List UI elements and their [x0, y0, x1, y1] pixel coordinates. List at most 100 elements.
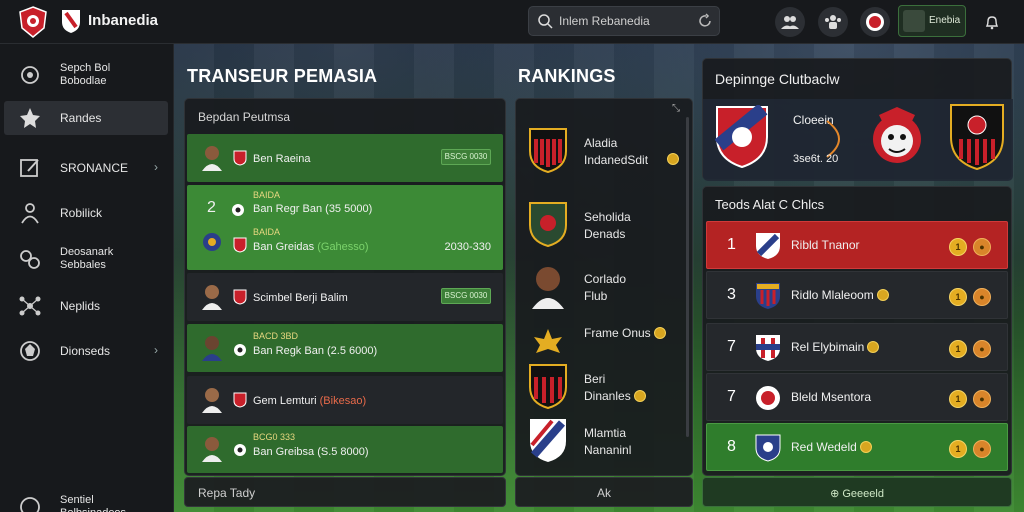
club-crest-icon: [529, 202, 567, 247]
transfer-panel-heading: Bepdan Peutmsa: [198, 110, 291, 124]
ranking-club-name: Seholida Denads: [584, 210, 631, 241]
sidebar-footer[interactable]: Sentiel Bolbsinadeos: [4, 490, 168, 512]
team-rank: 3: [727, 286, 736, 303]
transfer-sub: BAIDA: [253, 227, 281, 237]
teams-footer-button[interactable]: ⊕ Geeeeld: [702, 477, 1012, 507]
transfer-footer-label: Repa Tady: [198, 486, 256, 500]
ranking-item[interactable]: Beri Dinanles: [528, 359, 688, 413]
sidebar-item-robilick[interactable]: Robilick: [4, 196, 168, 230]
coin-icon: ●: [973, 390, 991, 408]
profile-button[interactable]: Enebia: [898, 5, 966, 37]
sidebar-footer-label: Sentiel Bolbsinadeos: [60, 494, 126, 512]
transfer-player-name-2: Ban Greidas (Gahesso): [253, 241, 369, 253]
coin-icon: 1: [949, 440, 967, 458]
ranking-item[interactable]: Seholida Denads: [528, 197, 688, 251]
profile-name: Enebia: [929, 15, 961, 26]
group-icon: [825, 15, 841, 29]
transfer-row[interactable]: BACD 3BD Ban Regk Ban (2.5 6000): [187, 324, 503, 372]
coin-icon: 1: [949, 238, 967, 256]
transfer-row-selected[interactable]: 2 BAIDA Ban Regr Ban (35 5000) BAIDA Ban…: [187, 185, 503, 270]
team-row[interactable]: 1 Ribld Tnanor 1 ●: [706, 221, 1008, 269]
transfer-player-name: Gem Lemturi (Bikesao): [253, 395, 367, 407]
search-input[interactable]: Inlem Rebanedia: [528, 6, 720, 36]
sidebar-item-neplids[interactable]: Neplids: [4, 289, 168, 323]
team-rank: 8: [727, 438, 736, 455]
rankings-footer-label: Ak: [596, 486, 611, 500]
team-button[interactable]: [818, 7, 848, 37]
sidebar-item-deosanark[interactable]: Deosanark Sebbales: [4, 242, 168, 276]
team-row[interactable]: 7 Bleld Msentora 1 ●: [706, 373, 1008, 421]
network-icon: [19, 296, 41, 316]
sidebar-item-randes[interactable]: Randes: [4, 101, 168, 135]
sidebar-item-dionseds[interactable]: Dionseds ›: [4, 334, 168, 368]
rankings-title: RANKINGS: [518, 66, 616, 86]
team-coins: 1 ●: [949, 390, 995, 408]
bell-icon: [985, 16, 999, 30]
sidebar-item-label: Randes: [60, 111, 102, 125]
transfer-sub: BACD 3BD: [253, 331, 299, 341]
coin-icon: [867, 341, 880, 353]
transfer-badge: BSCG 0030: [441, 149, 491, 165]
chevron-right-icon: ›: [154, 160, 158, 174]
ball-icon: [234, 444, 246, 456]
club-logo-icon[interactable]: [18, 6, 48, 38]
coin-icon: [876, 289, 889, 301]
transfer-row[interactable]: Ben Raeina BSCG 0030: [187, 134, 503, 182]
team-row[interactable]: 8 Red Wedeld 1 ●: [706, 423, 1008, 471]
club-badge-icon: [866, 13, 884, 31]
transfer-row[interactable]: Scimbel Berji Balim BSCG 0030: [187, 273, 503, 321]
expand-icon[interactable]: ⤡: [672, 103, 680, 114]
match-body[interactable]: Cloeein 3se6t. 20: [703, 99, 1013, 181]
team-name: Ridlo Mlaleoom: [791, 288, 889, 302]
teams-title: Teods Alat C Chlcs: [715, 197, 825, 212]
team-coins: 1 ●: [949, 238, 995, 256]
sidebar-item-label: Deosanark Sebbales: [60, 246, 114, 271]
plus-icon: ⊕: [830, 488, 843, 500]
ball-icon: [234, 344, 246, 356]
ranking-club-name: Aladia IndanedSdit: [584, 136, 649, 167]
away-crest-icon: [950, 104, 1004, 171]
transfer-panel: Bepdan Peutmsa Ben Raeina BSCG 0030 2 BA…: [184, 98, 506, 476]
ranking-item[interactable]: Corlado Flub: [528, 259, 688, 313]
sidebar-item-label: Sepch Bol Bobodlae: [60, 62, 111, 87]
home-crest-icon: [715, 105, 768, 169]
mascot-crest-icon: [873, 107, 921, 163]
sidebar: Sepch Bol Bobodlae Randes SRONANCE › Rob…: [0, 44, 174, 512]
player-avatar: [202, 437, 222, 462]
transfer-row[interactable]: BCG0 333 Ban Greibsa (S.5 8000): [187, 426, 503, 473]
refresh-icon[interactable]: [697, 13, 713, 29]
sidebar-item-players[interactable]: Sepch Bol Bobodlae: [4, 58, 168, 92]
coin-icon: [653, 327, 666, 339]
player-avatar: [532, 267, 564, 309]
sidebar-item-label: SRONANCE: [60, 161, 129, 175]
team-row[interactable]: 3 Ridlo Mlaleoom 1 ●: [706, 271, 1008, 319]
transfer-row[interactable]: Gem Lemturi (Bikesao): [187, 376, 503, 424]
club-crest-icon: [756, 386, 780, 410]
club-badge-button[interactable]: [860, 7, 890, 37]
ranking-item[interactable]: Aladia IndanedSdit: [528, 123, 688, 177]
team-coins: 1 ●: [949, 288, 995, 306]
ranking-item[interactable]: Mlamtia Nananinl: [528, 413, 688, 467]
transfer-footer-button[interactable]: Repa Tady: [184, 477, 506, 507]
player-avatar: [202, 146, 222, 171]
gear-group-icon: [20, 250, 40, 269]
sidebar-item-sronance[interactable]: SRONANCE ›: [4, 151, 168, 185]
rankings-footer-button[interactable]: Ak: [515, 477, 693, 507]
coin-icon: [859, 441, 872, 453]
ball-icon: [20, 341, 40, 361]
team-row[interactable]: 7 Rel Elybimain 1 ●: [706, 323, 1008, 371]
player-avatar: [202, 285, 222, 310]
team-name: Ribld Tnanor: [791, 238, 860, 252]
match-panel: Depinnge Clutbaclw Cloeein 3se6t. 20: [702, 58, 1013, 181]
match-score: 3se6t. 20: [793, 153, 839, 165]
notifications-button[interactable]: [978, 8, 1006, 36]
team-rank: 7: [727, 338, 736, 355]
transfer-sub: BAIDA: [253, 190, 281, 200]
friends-button[interactable]: [775, 7, 805, 37]
sidebar-item-label: Robilick: [60, 206, 103, 220]
coin-icon: [633, 390, 646, 402]
team-rank: 7: [727, 388, 736, 405]
team-name: Bleld Msentora: [791, 390, 872, 404]
people-icon: [21, 203, 39, 224]
coin-icon: ●: [973, 238, 991, 256]
